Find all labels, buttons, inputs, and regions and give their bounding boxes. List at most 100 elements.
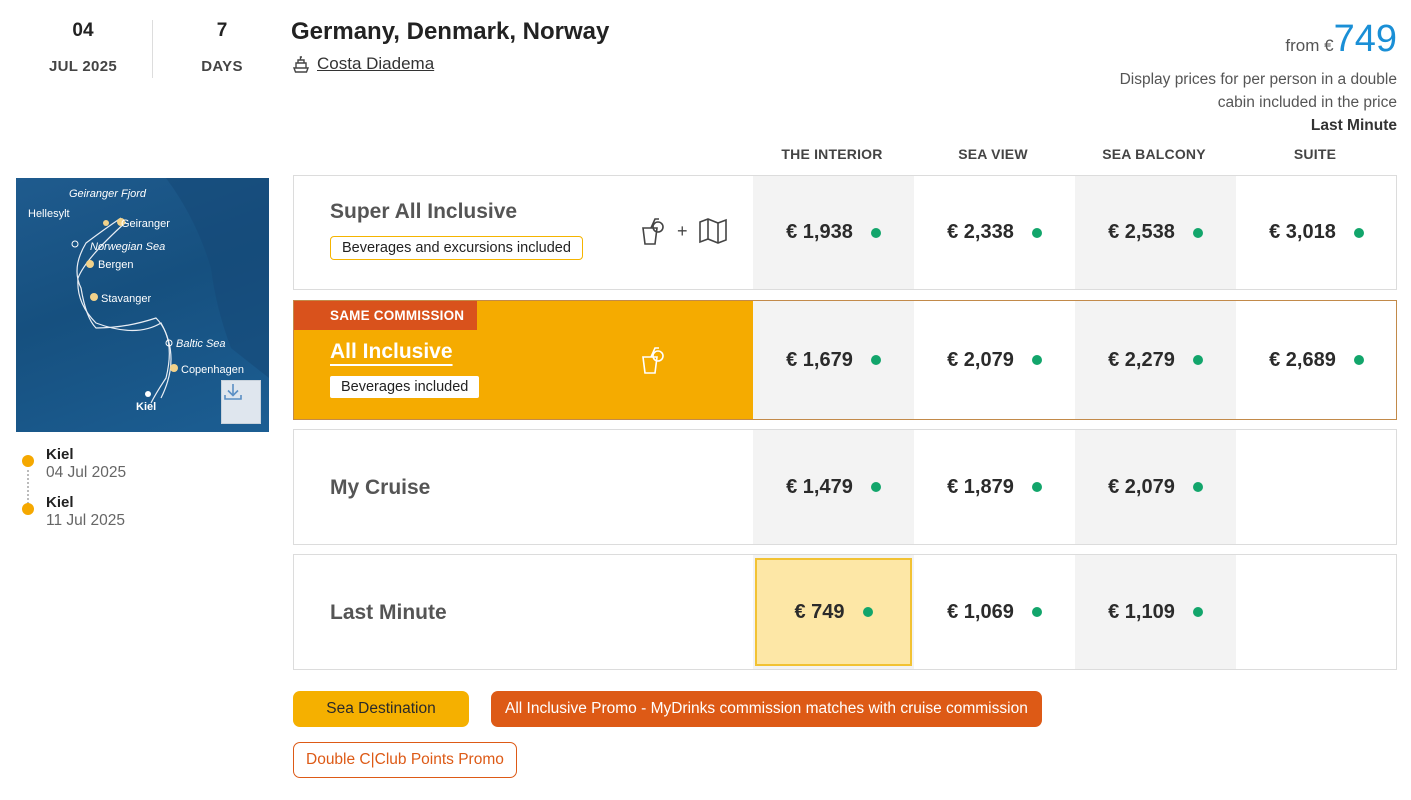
price-value: € 1,479 [786,475,853,498]
download-map-button[interactable] [221,380,261,424]
price-value: € 2,279 [1108,348,1175,371]
price-cell[interactable]: € 2,338 [914,176,1075,289]
promo-all-inclusive[interactable]: All Inclusive Promo - MyDrinks commissio… [491,691,1042,727]
availability-dot [1192,607,1203,617]
map-label-baltic: Baltic Sea [176,338,226,350]
fare-label-area: Last Minute [294,555,753,669]
price-cell[interactable]: € 3,018 [1236,176,1397,289]
route-map[interactable]: Geiranger Fjord Hellesylt Geiranger Norw… [16,178,269,432]
fare-name: My Cruise [330,476,431,499]
drink-icon [642,218,664,245]
stop-dot [22,455,34,467]
cabin-header-sea-balcony: SEA BALCONY [1102,146,1206,162]
price-value: € 2,538 [1108,221,1175,243]
price-value: € 2,079 [947,348,1014,371]
stop-dot [22,503,34,515]
price-cell-empty [1236,555,1397,669]
ship-link[interactable]: Costa Diadema [291,54,434,74]
price-value: € 1,679 [786,348,853,371]
price-cell[interactable]: € 2,279 [1075,301,1236,419]
price-cell[interactable]: € 1,479 [753,430,914,544]
promo-club-points[interactable]: Double C|Club Points Promo [293,742,517,778]
price-cell[interactable]: € 2,689 [1236,301,1397,419]
duration-unit: DAYS [201,58,243,75]
stop-date: 04 Jul 2025 [46,464,127,481]
price-value: € 2,338 [947,221,1014,243]
fare-tag: Beverages included [330,376,480,398]
cabin-header-interior: THE INTERIOR [781,146,883,162]
availability-dot [1031,227,1042,238]
price-cell-wrapper: € 749 [753,555,914,669]
ship-icon [292,56,310,73]
price-cell-empty [1236,430,1397,544]
availability-dot [1192,227,1203,238]
drink-icon [642,347,664,374]
fare-name: Last Minute [330,601,447,624]
price-cell[interactable]: € 2,079 [914,301,1075,419]
price-value: € 3,018 [1269,221,1336,243]
duration: 7 DAYS [157,20,287,75]
promo-sea-destination[interactable]: Sea Destination [293,691,469,727]
price-value: € 2,079 [1108,475,1175,498]
stop-port: Kiel [46,446,74,463]
price-value: € 1,879 [947,475,1014,498]
price-note-text: Display prices for per person in a doubl… [1119,71,1397,111]
same-commission-badge: SAME COMMISSION [294,301,478,330]
price-note: Display prices for per person in a doubl… [1097,68,1397,137]
availability-dot [870,227,881,238]
availability-dot [1031,355,1042,365]
stop-port: Kiel [46,494,74,511]
price-cell[interactable]: € 1,109 [1075,555,1236,669]
fare-row-super-all-inclusive: Super All Inclusive Beverages and excurs… [293,175,1397,290]
availability-dot [1192,355,1203,365]
availability-dot [1353,227,1364,238]
map-label-kiel: Kiel [136,401,156,413]
cruise-title: Germany, Denmark, Norway [291,18,610,45]
price-note-fare: Last Minute [1310,117,1397,134]
map-label-stavanger: Stavanger [101,293,151,305]
price-cell[interactable]: € 1,938 [753,176,914,289]
stop-date: 11 Jul 2025 [46,512,125,529]
fare-name: Super All Inclusive [330,200,518,223]
price-cell-selected[interactable]: € 749 [755,558,912,666]
fare-row-last-minute: Last Minute € 749 € 1,069 € 1,109 [293,554,1397,670]
availability-dot [870,482,881,492]
price-value: € 1,109 [1108,600,1175,623]
divider [152,20,153,78]
map-label-geiranger: Geiranger [121,218,170,230]
price-value: € 749 [794,600,845,623]
price-cell[interactable]: € 2,079 [1075,430,1236,544]
departure-month: JUL 2025 [48,58,117,75]
ship-name[interactable]: Costa Diadema [317,54,434,74]
itinerary-stop: Kiel 04 Jul 2025 [22,446,262,482]
price-cell[interactable]: € 1,879 [914,430,1075,544]
fare-label-area: SAME COMMISSION All Inclusive Beverages … [294,301,753,419]
availability-dot [1031,482,1042,492]
price-value: € 2,689 [1269,348,1336,371]
price-value: € 1,938 [786,221,853,243]
map-label-hellesylt: Hellesylt [28,208,70,220]
price-cell[interactable]: € 1,679 [753,301,914,419]
price-cell[interactable]: € 1,069 [914,555,1075,669]
departure-day: 04 [72,20,94,41]
price-from: from €749 [1285,18,1397,61]
fare-tag: Beverages and excursions included [330,236,583,260]
departure-date: 04 JUL 2025 [18,20,148,75]
fare-row-my-cruise: My Cruise € 1,479 € 1,879 € 2,079 [293,429,1397,545]
duration-value: 7 [216,20,228,41]
cabin-header-sea-view: SEA VIEW [958,146,1028,162]
price-cell[interactable]: € 2,538 [1075,176,1236,289]
availability-dot [1031,607,1042,617]
map-icon [698,218,727,244]
map-label-fjord: Geiranger Fjord [69,188,147,200]
fare-name[interactable]: All Inclusive [330,340,453,364]
fare-label-area: My Cruise [294,430,753,544]
map-label-bergen: Bergen [98,259,133,271]
itinerary: Kiel 04 Jul 2025 Kiel 11 Jul 2025 [22,446,262,542]
availability-dot [862,607,873,617]
from-label: from € [1285,36,1334,55]
plus-icon: + [677,220,688,241]
map-label-sea: Norwegian Sea [90,241,165,253]
fare-icons: + [639,216,728,246]
cabin-header-suite: SUITE [1293,146,1337,162]
